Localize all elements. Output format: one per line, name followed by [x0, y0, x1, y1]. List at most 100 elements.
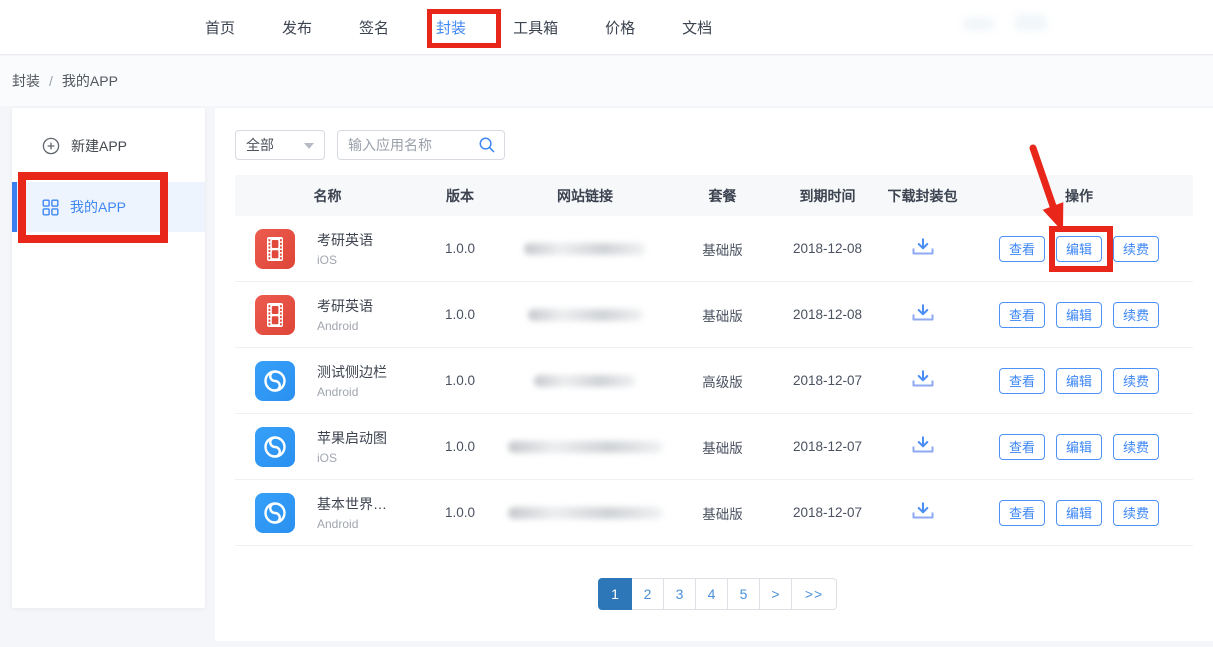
s-swirl-icon	[255, 427, 295, 467]
nav-tab-home[interactable]: 首页	[205, 17, 235, 38]
app-version: 1.0.0	[420, 373, 500, 388]
view-button[interactable]: 查看	[999, 500, 1045, 526]
page-button-1[interactable]: 1	[598, 578, 632, 610]
nav-tab-sign[interactable]: 签名	[359, 17, 389, 38]
app-plan: 基础版	[670, 437, 775, 457]
col-header-expiry: 到期时间	[775, 186, 880, 206]
main-nav: 首页 发布 签名 封装 工具箱 价格 文档	[205, 0, 712, 55]
filter-dropdown[interactable]: 全部	[235, 130, 325, 160]
page-button-3[interactable]: 3	[663, 578, 696, 610]
col-header-name: 名称	[235, 186, 420, 206]
breadcrumb-section[interactable]: 封装	[12, 71, 40, 91]
film-reel-icon	[255, 229, 295, 269]
view-button[interactable]: 查看	[999, 368, 1045, 394]
table-row: 测试侧边栏Android 1.0.0 高级版 2018-12-07 查看 编辑 …	[235, 348, 1193, 414]
caret-down-icon	[304, 143, 314, 154]
app-platform: Android	[317, 517, 387, 531]
app-platform: iOS	[317, 253, 373, 267]
app-version: 1.0.0	[420, 439, 500, 454]
renew-button[interactable]: 续费	[1113, 500, 1159, 526]
view-button[interactable]: 查看	[999, 302, 1045, 328]
sidebar-item-my-apps[interactable]: 我的APP	[12, 182, 205, 232]
redacted-url	[508, 441, 663, 453]
app-name: 考研英语	[317, 296, 373, 316]
col-header-url: 网站链接	[500, 186, 670, 206]
page-button-4[interactable]: 4	[695, 578, 728, 610]
app-version: 1.0.0	[420, 241, 500, 256]
edit-button[interactable]: 编辑	[1056, 368, 1102, 394]
page-button-5[interactable]: 5	[727, 578, 760, 610]
edit-button[interactable]: 编辑	[1056, 434, 1102, 460]
main-panel: 全部 名称 版本 网站链接 套餐 到期时间 下载封装包 操作 考研英语 iOS	[215, 108, 1213, 641]
view-button[interactable]: 查看	[999, 236, 1045, 262]
app-expiry: 2018-12-07	[775, 439, 880, 454]
download-tray-icon[interactable]	[910, 500, 936, 522]
app-version: 1.0.0	[420, 307, 500, 322]
nav-tab-package[interactable]: 封装	[436, 17, 466, 38]
app-expiry: 2018-12-08	[775, 307, 880, 322]
app-plan: 高级版	[670, 371, 775, 391]
search-input[interactable]	[338, 137, 478, 153]
redacted-url	[528, 309, 643, 321]
download-tray-icon[interactable]	[910, 434, 936, 456]
download-tray-icon[interactable]	[910, 368, 936, 390]
renew-button[interactable]: 续费	[1113, 236, 1159, 262]
edit-button[interactable]: 编辑	[1056, 236, 1102, 262]
view-button[interactable]: 查看	[999, 434, 1045, 460]
plus-circle-icon	[42, 137, 60, 155]
page-next-button[interactable]: >	[759, 578, 792, 610]
sidebar-item-label: 新建APP	[71, 136, 127, 156]
redacted-url	[524, 243, 646, 255]
breadcrumb-current: 我的APP	[62, 71, 118, 91]
breadcrumb: 封装 / 我的APP	[12, 56, 118, 106]
pagination: 1 2 3 4 5 > >>	[598, 578, 837, 610]
app-platform: Android	[317, 385, 387, 399]
s-swirl-icon	[255, 493, 295, 533]
edit-button[interactable]: 编辑	[1056, 500, 1102, 526]
renew-button[interactable]: 续费	[1113, 368, 1159, 394]
page-last-button[interactable]: >>	[791, 578, 837, 610]
table-row: 基本世界…Android 1.0.0 基础版 2018-12-07 查看 编辑 …	[235, 480, 1193, 546]
col-header-version: 版本	[420, 186, 500, 206]
app-plan: 基础版	[670, 305, 775, 325]
filter-dropdown-value: 全部	[246, 135, 274, 155]
table-row: 苹果启动图iOS 1.0.0 基础版 2018-12-07 查看 编辑 续费	[235, 414, 1193, 480]
app-expiry: 2018-12-07	[775, 505, 880, 520]
page-button-2[interactable]: 2	[631, 578, 664, 610]
edit-button[interactable]: 编辑	[1056, 302, 1102, 328]
sidebar-item-label: 我的APP	[70, 197, 126, 217]
nav-tab-docs[interactable]: 文档	[682, 17, 712, 38]
nav-tab-publish[interactable]: 发布	[282, 17, 312, 38]
table-row: 考研英语 Android 1.0.0 基础版 2018-12-08 查看 编辑 续…	[235, 282, 1193, 348]
top-bar: 首页 发布 签名 封装 工具箱 价格 文档	[0, 0, 1213, 55]
nav-tab-price[interactable]: 价格	[605, 17, 635, 38]
app-expiry: 2018-12-07	[775, 373, 880, 388]
nav-tab-toolbox[interactable]: 工具箱	[513, 17, 558, 38]
download-tray-icon[interactable]	[910, 302, 936, 324]
redacted-user-info	[1014, 14, 1048, 31]
redacted-url	[508, 507, 663, 519]
breadcrumb-separator: /	[49, 73, 53, 89]
download-tray-icon[interactable]	[910, 236, 936, 258]
app-name: 考研英语	[317, 230, 373, 250]
app-platform: Android	[317, 319, 373, 333]
redacted-user-info	[963, 17, 995, 31]
app-table: 名称 版本 网站链接 套餐 到期时间 下载封装包 操作 考研英语 iOS 1.0.…	[235, 175, 1193, 546]
renew-button[interactable]: 续费	[1113, 434, 1159, 460]
app-name: 苹果启动图	[317, 428, 387, 448]
grid-icon	[42, 199, 59, 216]
app-version: 1.0.0	[420, 505, 500, 520]
sidebar-item-new-app[interactable]: 新建APP	[12, 130, 205, 162]
app-plan: 基础版	[670, 239, 775, 259]
table-header-row: 名称 版本 网站链接 套餐 到期时间 下载封装包 操作	[235, 175, 1193, 216]
search-icon[interactable]	[478, 136, 496, 154]
search-box	[337, 130, 505, 160]
renew-button[interactable]: 续费	[1113, 302, 1159, 328]
film-reel-icon	[255, 295, 295, 335]
redacted-url	[534, 375, 636, 387]
table-row: 考研英语iOS 1.0.0 基础版 2018-12-08 查看 编辑 续费	[235, 216, 1193, 282]
col-header-actions: 操作	[965, 186, 1193, 206]
sidebar: 新建APP 我的APP	[12, 108, 205, 608]
breadcrumb-bar: 封装 / 我的APP	[0, 56, 1213, 106]
s-swirl-icon	[255, 361, 295, 401]
